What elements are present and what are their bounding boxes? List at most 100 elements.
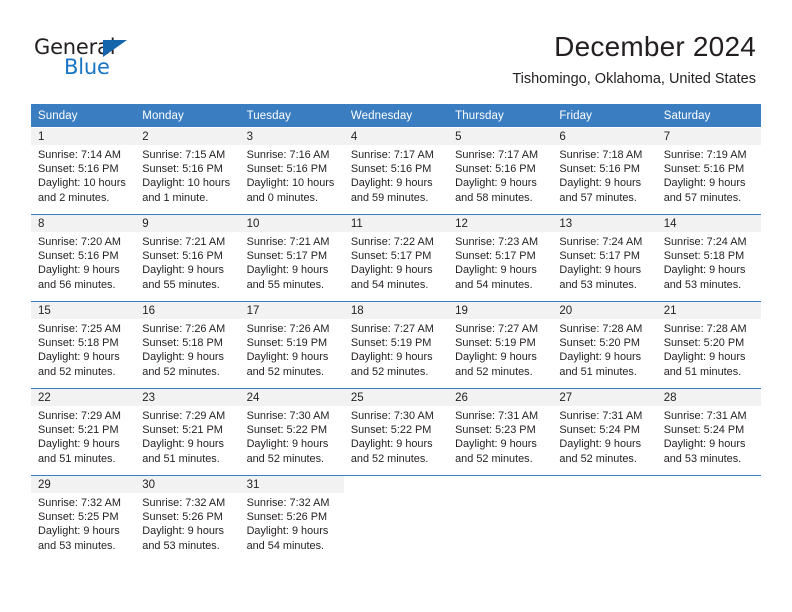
day-number: 15	[31, 302, 136, 319]
calendar-day-cell[interactable]: 8 Sunrise: 7:20 AM Sunset: 5:16 PM Daylight…	[31, 214, 136, 302]
day-number: 3	[239, 128, 344, 145]
calendar-day-cell-empty	[343, 475, 449, 562]
daylight-text: Daylight: 9 hours and 54 minutes.	[455, 264, 537, 291]
day-cell-inner	[552, 476, 657, 562]
calendar-day-cell[interactable]: 16 Sunrise: 7:26 AM Sunset: 5:18 PM Dayligh…	[135, 301, 240, 389]
calendar-day-cell[interactable]: 6 Sunrise: 7:18 AM Sunset: 5:16 PM Daylight…	[552, 127, 657, 215]
sunrise-text: Sunrise: 7:31 AM	[663, 410, 747, 422]
day-cell-inner: 31 Sunrise: 7:32 AM Sunset: 5:26 PM Dayligh…	[239, 476, 344, 562]
sunset-text: Sunset: 5:17 PM	[246, 250, 328, 263]
day-number: 13	[552, 215, 657, 232]
day-details: Sunrise: 7:29 AM Sunset: 5:21 PM Daylight:…	[135, 406, 239, 466]
calendar-day-cell[interactable]: 26 Sunrise: 7:31 AM Sunset: 5:23 PM Dayligh…	[448, 388, 553, 476]
calendar-day-cell[interactable]: 5 Sunrise: 7:17 AM Sunset: 5:16 PM Daylight…	[448, 127, 553, 215]
daylight-text: Daylight: 9 hours and 59 minutes.	[350, 177, 433, 204]
day-number: 22	[31, 389, 136, 406]
calendar-day-cell[interactable]: 30 Sunrise: 7:32 AM Sunset: 5:26 PM Dayligh…	[135, 475, 240, 562]
day-number: 16	[135, 302, 240, 319]
calendar-day-cell[interactable]: 17 Sunrise: 7:26 AM Sunset: 5:19 PM Dayligh…	[239, 301, 344, 389]
day-details: Sunrise: 7:23 AM Sunset: 5:17 PM Daylight:…	[448, 232, 552, 292]
calendar-day-cell[interactable]: 23 Sunrise: 7:29 AM Sunset: 5:21 PM Dayligh…	[135, 388, 240, 476]
calendar-day-cell[interactable]: 7 Sunrise: 7:19 AM Sunset: 5:16 PM Daylight…	[656, 127, 761, 215]
calendar-week-row: 29 Sunrise: 7:32 AM Sunset: 5:25 PM Dayligh…	[31, 475, 761, 562]
daylight-text: Daylight: 9 hours and 55 minutes.	[142, 264, 225, 291]
sunset-text: Sunset: 5:24 PM	[663, 424, 745, 437]
calendar-day-cell[interactable]: 21 Sunrise: 7:28 AM Sunset: 5:20 PM Dayligh…	[656, 301, 761, 389]
daylight-text: Daylight: 9 hours and 52 minutes.	[455, 438, 537, 465]
day-details: Sunrise: 7:21 AM Sunset: 5:16 PM Daylight:…	[135, 232, 239, 292]
sunrise-text: Sunrise: 7:21 AM	[142, 236, 226, 248]
day-details: Sunrise: 7:26 AM Sunset: 5:18 PM Daylight:…	[135, 319, 239, 379]
sunrise-text: Sunrise: 7:27 AM	[350, 323, 434, 335]
calendar-day-cell[interactable]: 25 Sunrise: 7:30 AM Sunset: 5:22 PM Dayligh…	[343, 388, 449, 476]
day-details: Sunrise: 7:32 AM Sunset: 5:26 PM Daylight:…	[135, 493, 239, 553]
calendar-day-cell[interactable]: 4 Sunrise: 7:17 AM Sunset: 5:16 PM Daylight…	[343, 127, 449, 215]
calendar-day-cell[interactable]: 10 Sunrise: 7:21 AM Sunset: 5:17 PM Dayligh…	[239, 214, 344, 302]
calendar-day-cell[interactable]: 20 Sunrise: 7:28 AM Sunset: 5:20 PM Dayligh…	[552, 301, 657, 389]
sunset-text: Sunset: 5:25 PM	[38, 511, 119, 524]
day-number: 9	[135, 215, 240, 232]
day-number: 12	[448, 215, 553, 232]
daylight-text: Daylight: 9 hours and 53 minutes.	[663, 264, 746, 291]
day-details: Sunrise: 7:18 AM Sunset: 5:16 PM Daylight:…	[552, 145, 656, 205]
day-details: Sunrise: 7:17 AM Sunset: 5:16 PM Daylight:…	[344, 145, 448, 205]
title-block: December 2024 Tishomingo, Oklahoma, Unit…	[512, 30, 756, 88]
day-details: Sunrise: 7:22 AM Sunset: 5:17 PM Daylight:…	[344, 232, 448, 292]
day-details: Sunrise: 7:26 AM Sunset: 5:19 PM Daylight:…	[240, 319, 344, 379]
day-details: Sunrise: 7:31 AM Sunset: 5:23 PM Daylight:…	[448, 406, 552, 466]
day-cell-inner: 8 Sunrise: 7:20 AM Sunset: 5:16 PM Daylight…	[31, 215, 136, 301]
calendar-day-cell[interactable]: 27 Sunrise: 7:31 AM Sunset: 5:24 PM Dayligh…	[552, 388, 657, 476]
day-details: Sunrise: 7:19 AM Sunset: 5:16 PM Daylight:…	[657, 145, 761, 205]
calendar-day-cell-empty	[656, 475, 761, 562]
daylight-text: Daylight: 9 hours and 52 minutes.	[38, 351, 120, 378]
day-cell-inner: 22 Sunrise: 7:29 AM Sunset: 5:21 PM Dayligh…	[31, 389, 136, 475]
day-cell-inner: 13 Sunrise: 7:24 AM Sunset: 5:17 PM Dayligh…	[552, 215, 657, 301]
calendar-day-cell[interactable]: 18 Sunrise: 7:27 AM Sunset: 5:19 PM Dayligh…	[343, 301, 449, 389]
sunrise-text: Sunrise: 7:22 AM	[350, 236, 434, 248]
sunset-text: Sunset: 5:17 PM	[455, 250, 536, 263]
calendar-day-cell[interactable]: 12 Sunrise: 7:23 AM Sunset: 5:17 PM Dayligh…	[448, 214, 553, 302]
sunrise-text: Sunrise: 7:19 AM	[663, 149, 747, 161]
daylight-text: Daylight: 9 hours and 53 minutes.	[142, 525, 225, 552]
calendar-day-cell[interactable]: 31 Sunrise: 7:32 AM Sunset: 5:26 PM Dayligh…	[239, 475, 344, 562]
weekday-header-tuesday: Tuesday	[239, 104, 344, 128]
calendar-week-row: 22 Sunrise: 7:29 AM Sunset: 5:21 PM Dayligh…	[31, 388, 761, 476]
calendar-day-cell[interactable]: 9 Sunrise: 7:21 AM Sunset: 5:16 PM Daylight…	[135, 214, 240, 302]
day-number	[343, 476, 449, 493]
day-number: 29	[31, 476, 136, 493]
daylight-text: Daylight: 10 hours and 0 minutes.	[246, 177, 335, 204]
sunset-text: Sunset: 5:21 PM	[142, 424, 223, 437]
sunset-text: Sunset: 5:16 PM	[38, 250, 119, 263]
day-number: 8	[31, 215, 136, 232]
calendar-day-cell[interactable]: 15 Sunrise: 7:25 AM Sunset: 5:18 PM Dayligh…	[31, 301, 136, 389]
day-details: Sunrise: 7:32 AM Sunset: 5:25 PM Daylight:…	[31, 493, 135, 553]
day-details: Sunrise: 7:21 AM Sunset: 5:17 PM Daylight:…	[240, 232, 344, 292]
day-cell-inner: 12 Sunrise: 7:23 AM Sunset: 5:17 PM Dayligh…	[448, 215, 553, 301]
calendar-day-cell[interactable]: 28 Sunrise: 7:31 AM Sunset: 5:24 PM Dayligh…	[656, 388, 761, 476]
calendar-day-cell[interactable]: 19 Sunrise: 7:27 AM Sunset: 5:19 PM Dayligh…	[448, 301, 553, 389]
daylight-text: Daylight: 9 hours and 51 minutes.	[559, 351, 642, 378]
calendar-day-cell[interactable]: 24 Sunrise: 7:30 AM Sunset: 5:22 PM Dayligh…	[239, 388, 344, 476]
daylight-text: Daylight: 9 hours and 52 minutes.	[455, 351, 537, 378]
calendar-day-cell[interactable]: 22 Sunrise: 7:29 AM Sunset: 5:21 PM Dayligh…	[31, 388, 136, 476]
calendar-day-cell[interactable]: 13 Sunrise: 7:24 AM Sunset: 5:17 PM Dayligh…	[552, 214, 657, 302]
daylight-text: Daylight: 9 hours and 53 minutes.	[559, 264, 642, 291]
general-blue-logo[interactable]: General Blue	[34, 36, 184, 86]
day-cell-inner: 4 Sunrise: 7:17 AM Sunset: 5:16 PM Daylight…	[343, 128, 449, 214]
sunset-text: Sunset: 5:19 PM	[455, 337, 536, 350]
calendar-day-cell[interactable]: 1 Sunrise: 7:14 AM Sunset: 5:16 PM Daylight…	[31, 127, 136, 215]
calendar-day-cell[interactable]: 29 Sunrise: 7:32 AM Sunset: 5:25 PM Dayligh…	[31, 475, 136, 562]
page-title: December 2024	[554, 31, 756, 62]
calendar-day-cell[interactable]: 14 Sunrise: 7:24 AM Sunset: 5:18 PM Dayligh…	[656, 214, 761, 302]
day-details	[344, 493, 448, 496]
sunset-text: Sunset: 5:26 PM	[142, 511, 223, 524]
sunrise-text: Sunrise: 7:25 AM	[38, 323, 121, 335]
calendar-day-cell[interactable]: 2 Sunrise: 7:15 AM Sunset: 5:16 PM Daylight…	[135, 127, 240, 215]
sunrise-text: Sunrise: 7:21 AM	[246, 236, 330, 248]
day-details: Sunrise: 7:30 AM Sunset: 5:22 PM Daylight:…	[240, 406, 344, 466]
calendar-day-cell[interactable]: 3 Sunrise: 7:16 AM Sunset: 5:16 PM Daylight…	[239, 127, 344, 215]
day-cell-inner: 20 Sunrise: 7:28 AM Sunset: 5:20 PM Dayligh…	[552, 302, 657, 388]
calendar-day-cell-empty	[448, 475, 553, 562]
day-number: 11	[343, 215, 449, 232]
calendar-day-cell[interactable]: 11 Sunrise: 7:22 AM Sunset: 5:17 PM Dayligh…	[343, 214, 449, 302]
